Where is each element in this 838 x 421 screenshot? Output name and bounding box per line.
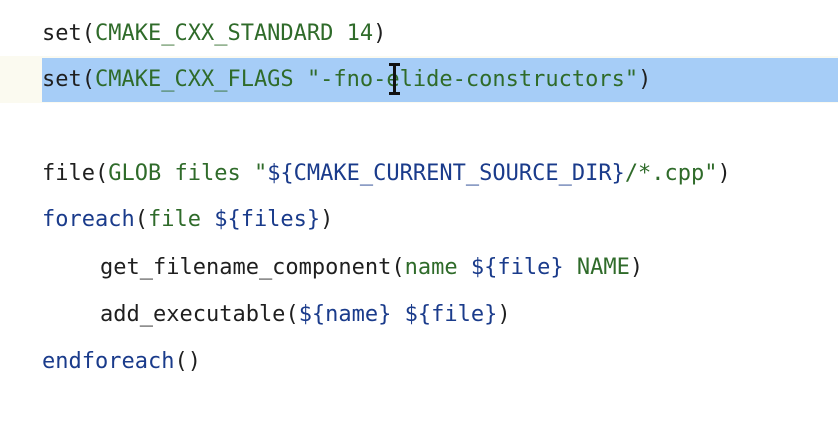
argument: CMAKE_CXX_FLAGS <box>95 67 294 92</box>
paren-close: ) <box>373 21 387 46</box>
code-line-3[interactable]: file(GLOB files "${CMAKE_CURRENT_SOURCE_… <box>0 150 838 197</box>
paren-close: ) <box>629 255 644 280</box>
text-cursor-ibeam-icon <box>389 63 400 95</box>
variable-reference: ${CMAKE_CURRENT_SOURCE_DIR} <box>267 161 625 186</box>
variable-reference: ${name} <box>298 302 392 327</box>
function-name: file <box>42 161 95 186</box>
function-name: set <box>42 67 82 92</box>
paren-close: ) <box>320 207 334 232</box>
argument: 14 <box>346 21 374 46</box>
paren-open: ( <box>391 255 405 280</box>
code-line-1-content: set(CMAKE_CXX_STANDARD 14) <box>42 10 386 57</box>
argument: name <box>404 255 471 280</box>
code-line-2[interactable]: set(CMAKE_CXX_FLAGS "-fno-elide-construc… <box>0 56 838 103</box>
code-line-2-content: set(CMAKE_CXX_FLAGS "-fno-elide-construc… <box>42 56 651 103</box>
paren-open: ( <box>81 67 95 92</box>
code-line-5-content: get_filename_component(name ${file} NAME… <box>42 244 643 291</box>
code-line-4-content: foreach(file ${files}) <box>42 196 333 243</box>
keyword: endforeach <box>42 349 175 374</box>
string-literal: /*.cpp" <box>624 161 718 186</box>
variable-reference: ${files} <box>214 207 321 232</box>
paren-open: ( <box>81 21 95 46</box>
code-line-5[interactable]: get_filename_component(name ${file} NAME… <box>0 244 838 291</box>
argument: CMAKE_CXX_STANDARD <box>95 21 334 46</box>
keyword: foreach <box>42 207 135 232</box>
code-line-6[interactable]: add_executable(${name} ${file}) <box>0 291 838 338</box>
code-line-7[interactable]: endforeach() <box>0 338 838 385</box>
function-name: set <box>42 21 82 46</box>
code-line-4[interactable]: foreach(file ${files}) <box>0 196 838 243</box>
variable-reference: ${file} <box>470 255 564 280</box>
string-literal: "-fno-elide-constructors" <box>306 67 639 92</box>
argument: file <box>147 207 215 232</box>
code-line-6-content: add_executable(${name} ${file}) <box>42 291 511 338</box>
argument: GLOB files <box>108 161 254 186</box>
function-name: get_filename_component <box>100 255 392 280</box>
argument: NAME <box>563 255 630 280</box>
paren-close: ) <box>717 161 731 186</box>
code-line-1[interactable]: set(CMAKE_CXX_STANDARD 14) <box>0 10 838 57</box>
function-name: add_executable <box>100 302 286 327</box>
string-literal: " <box>253 161 268 186</box>
code-line-7-content: endforeach() <box>42 338 201 385</box>
paren-open: ( <box>94 161 109 186</box>
paren-open: ( <box>134 207 148 232</box>
paren-close: ) <box>638 67 652 92</box>
variable-reference: ${file} <box>404 302 498 327</box>
parens: () <box>174 349 201 374</box>
paren-close: ) <box>497 302 511 327</box>
code-line-3-content: file(GLOB files "${CMAKE_CURRENT_SOURCE_… <box>42 150 731 197</box>
paren-open: ( <box>285 302 299 327</box>
code-editor[interactable]: set(CMAKE_CXX_STANDARD 14) set(CMAKE_CXX… <box>0 0 838 421</box>
